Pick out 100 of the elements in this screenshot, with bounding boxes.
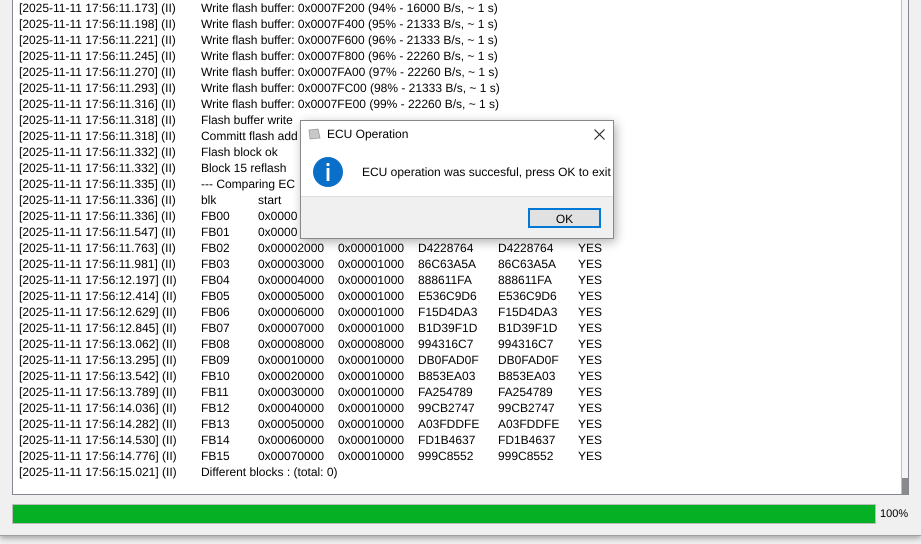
log-cell: 888611FA (498, 272, 552, 288)
log-timestamp: [2025-11-11 17:56:11.547] (II) (19, 224, 176, 240)
log-cell: YES (578, 240, 602, 256)
log-cell: 0x00001000 (338, 320, 404, 336)
log-message: Different blocks : (total: 0) (201, 464, 338, 480)
log-cell: FD1B4637 (418, 432, 476, 448)
log-cell: 0x00003000 (258, 256, 324, 272)
close-icon[interactable] (594, 128, 605, 140)
log-cell: YES (578, 432, 602, 448)
log-cell: 0x0000 (258, 208, 298, 224)
log-cell: 0x00020000 (258, 368, 324, 384)
log-cell: 0x00001000 (338, 304, 404, 320)
log-cell: D4228764 (498, 240, 554, 256)
log-message: Write flash buffer: 0x0007F800 (96% - 22260 B/s, ~ 1 s) (201, 48, 498, 64)
log-cell: FB00 (201, 208, 230, 224)
log-timestamp: [2025-11-11 17:56:11.316] (II) (19, 96, 176, 112)
log-cell: F15D4DA3 (498, 304, 558, 320)
log-cell: 888611FA (418, 272, 472, 288)
log-cell: 0x00070000 (258, 448, 324, 464)
log-cell: YES (578, 304, 602, 320)
log-timestamp: [2025-11-11 17:56:11.270] (II) (19, 64, 176, 80)
log-cell: 994316C7 (418, 336, 474, 352)
log-cell: YES (578, 256, 602, 272)
dialog-title: ECU Operation (327, 126, 408, 143)
log-message: Write flash buffer: 0x0007F600 (96% - 21333 B/s, ~ 1 s) (201, 32, 498, 48)
log-cell: E536C9D6 (498, 288, 557, 304)
log-cell: 0x00010000 (338, 400, 404, 416)
log-cell: FB01 (201, 224, 230, 240)
log-cell: FD1B4637 (498, 432, 556, 448)
log-timestamp: [2025-11-11 17:56:14.036] (II) (19, 400, 177, 416)
log-message: Write flash buffer: 0x0007FC00 (98% - 21333 B/s, ~ 1 s) (201, 80, 500, 96)
log-cell: 0x00008000 (338, 336, 404, 352)
log-cell: 99CB2747 (418, 400, 475, 416)
log-cell: FB08 (201, 336, 230, 352)
log-timestamp: [2025-11-11 17:56:11.221] (II) (19, 32, 176, 48)
log-timestamp: [2025-11-11 17:56:13.789] (II) (19, 384, 177, 400)
log-cell: FA254789 (418, 384, 473, 400)
log-area[interactable] (12, 0, 909, 495)
log-cell: D4228764 (418, 240, 474, 256)
log-message: --- Comparing EC (201, 176, 296, 192)
log-cell: 0x00030000 (258, 384, 324, 400)
log-message: Write flash buffer: 0x0007FA00 (97% - 22260 B/s, ~ 1 s) (201, 64, 498, 80)
app-icon (307, 127, 321, 141)
log-cell: FB06 (201, 304, 230, 320)
log-timestamp: [2025-11-11 17:56:14.776] (II) (19, 448, 177, 464)
log-cell: YES (578, 368, 602, 384)
log-timestamp: [2025-11-11 17:56:11.763] (II) (19, 240, 176, 256)
log-cell: FB11 (201, 384, 229, 400)
log-timestamp: [2025-11-11 17:56:12.629] (II) (19, 304, 177, 320)
log-cell: 0x00060000 (258, 432, 324, 448)
log-cell: 0x00010000 (338, 352, 404, 368)
ok-button[interactable]: OK (528, 208, 601, 228)
log-cell: FB03 (201, 256, 230, 272)
log-message: Write flash buffer: 0x0007FE00 (99% - 22260 B/s, ~ 1 s) (201, 96, 500, 112)
log-cell: YES (578, 400, 602, 416)
log-message: Write flash buffer: 0x0007F200 (94% - 16000 B/s, ~ 1 s) (201, 0, 498, 16)
log-timestamp: [2025-11-11 17:56:11.198] (II) (19, 16, 176, 32)
log-timestamp: [2025-11-11 17:56:13.542] (II) (19, 368, 177, 384)
log-timestamp: [2025-11-11 17:56:12.414] (II) (19, 288, 177, 304)
log-timestamp: [2025-11-11 17:56:11.173] (II) (19, 0, 176, 16)
log-timestamp: [2025-11-11 17:56:12.845] (II) (19, 320, 177, 336)
log-cell: 0x00010000 (338, 448, 404, 464)
log-cell: B1D39F1D (418, 320, 478, 336)
log-cell: 0x00006000 (258, 304, 324, 320)
log-cell: B853EA03 (498, 368, 556, 384)
log-cell: FB13 (201, 416, 230, 432)
log-timestamp: [2025-11-11 17:56:11.318] (II) (19, 112, 176, 128)
log-cell: DB0FAD0F (498, 352, 559, 368)
log-cell: FA254789 (498, 384, 553, 400)
progress-label: 100% (880, 506, 908, 522)
log-cell: YES (578, 320, 602, 336)
log-timestamp: [2025-11-11 17:56:12.197] (II) (19, 272, 177, 288)
log-cell: start (258, 192, 282, 208)
info-icon (312, 156, 344, 188)
log-message: Write flash buffer: 0x0007F400 (95% - 21333 B/s, ~ 1 s) (201, 16, 498, 32)
log-cell: DB0FAD0F (418, 352, 479, 368)
log-message: Block 15 reflash (201, 160, 286, 176)
log-cell: 0x00007000 (258, 320, 324, 336)
log-timestamp: [2025-11-11 17:56:11.336] (II) (19, 208, 176, 224)
log-cell: 0x00002000 (258, 240, 324, 256)
log-cell: YES (578, 384, 602, 400)
scrollbar-thumb[interactable] (902, 478, 908, 494)
log-cell: E536C9D6 (418, 288, 477, 304)
log-cell: 99CB2747 (498, 400, 555, 416)
log-timestamp: [2025-11-11 17:56:11.336] (II) (19, 192, 176, 208)
log-cell: YES (578, 416, 602, 432)
log-timestamp: [2025-11-11 17:56:11.318] (II) (19, 128, 176, 144)
log-cell: 86C63A5A (498, 256, 556, 272)
log-message: Flash block ok (201, 144, 278, 160)
log-cell: 0x00050000 (258, 416, 324, 432)
log-cell: 0x00040000 (258, 400, 324, 416)
scrollbar[interactable] (901, 0, 908, 494)
log-cell: 999C8552 (418, 448, 474, 464)
log-timestamp: [2025-11-11 17:56:11.245] (II) (19, 48, 176, 64)
log-cell: YES (578, 272, 602, 288)
log-cell: 0x00004000 (258, 272, 324, 288)
log-message: Committ flash add (201, 128, 298, 144)
log-timestamp: [2025-11-11 17:56:11.332] (II) (19, 160, 176, 176)
log-cell: FB02 (201, 240, 230, 256)
dialog-message: ECU operation was succesful, press OK to exit (362, 164, 611, 180)
